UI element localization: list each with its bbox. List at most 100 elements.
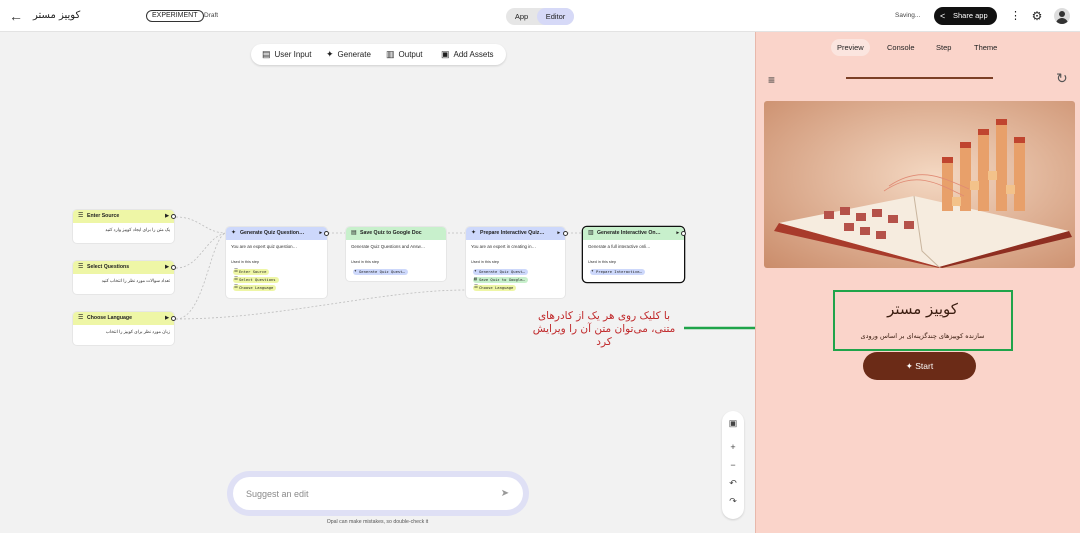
node-enter-source[interactable]: ☰ Enter Source ▶ یک متن را برای ایجاد کویی…: [73, 210, 176, 243]
node-description[interactable]: You are an expert quiz question…: [231, 244, 323, 249]
node-title: Save Quiz to Google Doc: [360, 230, 422, 236]
spark-icon: ✦: [326, 49, 334, 59]
output-port[interactable]: [681, 231, 686, 236]
node-title: Generate Interactive On…: [597, 230, 661, 236]
play-icon[interactable]: ▶: [165, 312, 169, 325]
output-port[interactable]: [324, 231, 329, 236]
quiz-title[interactable]: کوییز مستر: [835, 300, 1010, 318]
add-step-toolbar: ▤ User Input ✦ Generate ▥ Output ▣ Add Asset…: [251, 44, 506, 65]
node-title: Generate Quiz Question…: [240, 230, 305, 236]
redo-icon[interactable]: ↷: [722, 492, 744, 510]
node-description[interactable]: تعداد سوالات مورد نظر را انتخاب کنید: [78, 278, 170, 284]
fit-view-icon[interactable]: ▣: [722, 414, 744, 432]
assets-icon: ▣: [441, 49, 450, 59]
node-description[interactable]: You are an expert in creating in…: [471, 244, 561, 249]
spark-icon: ✦: [231, 230, 237, 236]
edge-questions-gen: [175, 232, 227, 269]
output-button[interactable]: ▥ Output: [386, 44, 423, 65]
reload-icon[interactable]: ↻: [1056, 70, 1068, 87]
send-icon[interactable]: ➤: [497, 486, 513, 502]
play-icon[interactable]: ▶: [165, 210, 169, 223]
chip-select-questions: ☰ Select Questions: [233, 277, 279, 283]
input-icon: ▤: [262, 49, 271, 59]
tab-preview[interactable]: Preview: [831, 39, 870, 56]
draft-status: Draft: [204, 12, 219, 19]
experiment-badge: EXPERIMENT: [146, 10, 204, 22]
node-save-quiz-to-google-doc[interactable]: ▤ Save Quiz to Google Doc Generate Quiz Q…: [346, 227, 446, 281]
suggest-edit-input[interactable]: [233, 477, 523, 510]
used-in-step-label: Used in this step: [231, 260, 260, 264]
add-assets-button[interactable]: ▣ Add Assets: [441, 44, 494, 65]
user-input-button[interactable]: ▤ User Input: [262, 44, 311, 65]
zoom-in-icon[interactable]: +: [722, 438, 744, 456]
start-label: Start: [915, 361, 934, 371]
node-prepare-interactive-quiz[interactable]: ✦ Prepare Interactive Quiz… ▸ You are an e…: [466, 227, 568, 298]
play-icon[interactable]: ▶: [165, 261, 169, 274]
more-icon[interactable]: ▸: [676, 227, 679, 240]
node-description[interactable]: Generate a full interactive onli…: [588, 244, 680, 249]
back-arrow-icon[interactable]: ←: [8, 8, 24, 24]
undo-icon[interactable]: ↶: [722, 474, 744, 492]
more-icon[interactable]: ▸: [557, 227, 560, 240]
user-input-label: User Input: [274, 50, 312, 59]
node-title: Prepare Interactive Quiz…: [480, 230, 545, 236]
node-description[interactable]: یک متن را برای ایجاد کوییز وارد کنید: [78, 227, 170, 233]
tab-theme[interactable]: Theme: [968, 39, 1003, 56]
more-options-icon[interactable]: ⋮: [1010, 9, 1021, 23]
generate-label: Generate: [337, 50, 371, 59]
generate-button[interactable]: ✦ Generate: [326, 44, 371, 65]
account-avatar[interactable]: [1054, 8, 1070, 24]
doc-icon: ▤: [351, 230, 357, 236]
mode-app-button[interactable]: App: [506, 8, 537, 25]
suggest-edit-box: [227, 471, 529, 516]
editor-canvas[interactable]: ▤ User Input ✦ Generate ▥ Output ▣ Add Asset…: [0, 32, 755, 533]
node-description[interactable]: زبان مورد نظر برای کوییز را انتخاب: [78, 329, 170, 335]
output-label: Output: [398, 50, 423, 59]
quiz-subtitle[interactable]: سازنده کوییزهای چندگزینه‌ای بر اساس ورود…: [835, 332, 1010, 340]
chip-save-quiz: ▤ Save Quiz to Google…: [473, 277, 528, 283]
input-icon: ☰: [234, 269, 239, 274]
app-title[interactable]: کوییز مستر: [33, 10, 80, 21]
chip-enter-source: ☰ Enter Source: [233, 269, 270, 275]
chip-label: Select Questions: [239, 277, 276, 282]
quiz-title-box[interactable]: کوییز مستر سازنده کوییزهای چندگزینه‌ای ب…: [833, 290, 1013, 351]
chip-label: Choose Language: [479, 285, 514, 290]
tab-step[interactable]: Step: [930, 39, 957, 56]
tab-console[interactable]: Console: [881, 39, 921, 56]
add-assets-label: Add Assets: [453, 50, 494, 59]
node-header: ✦ Prepare Interactive Quiz… ▸: [466, 227, 565, 240]
more-icon[interactable]: ▸: [319, 227, 322, 240]
output-port[interactable]: [171, 214, 176, 219]
zoom-out-icon[interactable]: −: [722, 456, 744, 474]
chip-label: Generate Quiz Quest…: [359, 269, 405, 274]
node-header: ☰ Enter Source ▶: [73, 210, 174, 223]
progress-bar: [846, 77, 993, 79]
menu-icon[interactable]: ≡: [768, 73, 775, 87]
input-icon: ☰: [78, 315, 84, 321]
gear-icon[interactable]: ⚙: [1030, 9, 1044, 23]
spark-icon: ✦: [474, 269, 477, 274]
start-button[interactable]: ✦ Start: [863, 352, 976, 380]
node-header: ▥ Generate Interactive On… ▸: [583, 227, 684, 240]
node-select-questions[interactable]: ☰ Select Questions ▶ تعداد سوالات مورد نظر…: [73, 261, 176, 294]
node-choose-language[interactable]: ☰ Choose Language ▶ زبان مورد نظر برای کوی…: [73, 312, 176, 345]
chip-choose-language: ☰ Choose Language: [473, 285, 517, 291]
input-icon: ☰: [78, 213, 84, 219]
node-description[interactable]: Generate Quiz Questions and Answ…: [351, 244, 442, 249]
share-app-button[interactable]: < Share app: [934, 7, 997, 25]
mode-editor-button[interactable]: Editor: [537, 8, 574, 25]
chip-label: Prepare Interactive…: [596, 269, 642, 274]
node-title: Choose Language: [87, 315, 132, 321]
node-header: ▤ Save Quiz to Google Doc: [346, 227, 446, 240]
node-title: Enter Source: [87, 213, 120, 219]
chip-label: Choose Language: [239, 285, 274, 290]
edge-source-gen: [175, 216, 227, 234]
node-generate-interactive[interactable]: ▥ Generate Interactive On… ▸ Generate a fu…: [583, 227, 686, 282]
edge-language-gen: [175, 232, 227, 320]
chip-generate-quiz: ✦ Generate Quiz Quest…: [353, 269, 408, 275]
output-port[interactable]: [171, 316, 176, 321]
output-port[interactable]: [171, 265, 176, 270]
preview-panel: Preview Console Step Theme ≡ ↻ کوییز مست…: [755, 32, 1080, 533]
node-generate-quiz-questions[interactable]: ✦ Generate Quiz Question… ▸ You are an exp…: [226, 227, 329, 298]
output-port[interactable]: [563, 231, 568, 236]
